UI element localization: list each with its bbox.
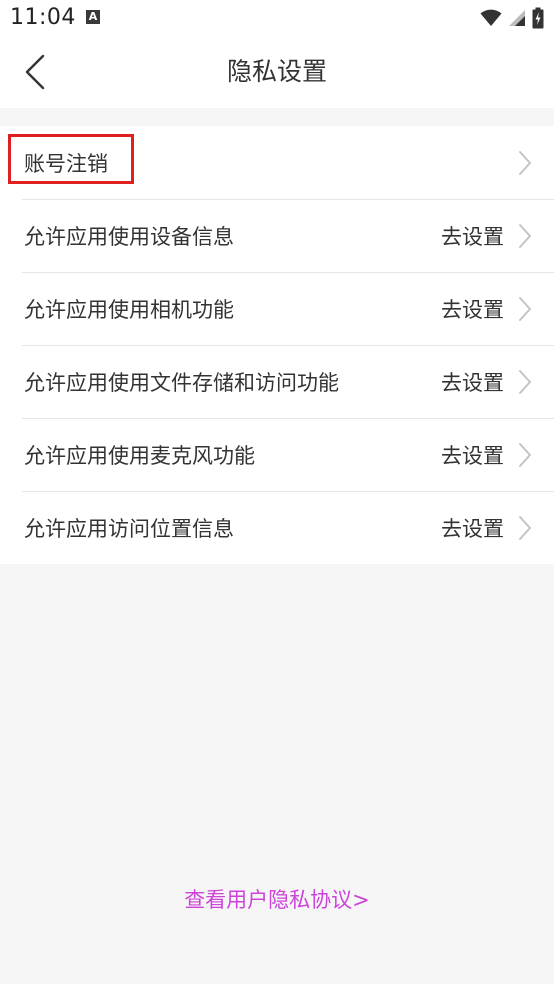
row-device-info-permission[interactable]: 允许应用使用设备信息 去设置	[0, 199, 554, 272]
row-location-permission[interactable]: 允许应用访问位置信息 去设置	[0, 491, 554, 564]
row-account-deletion[interactable]: 账号注销	[0, 126, 554, 199]
section-gap	[0, 108, 554, 126]
settings-list: 账号注销 允许应用使用设备信息 去设置 允许应用使用相机功能 去设置 允许应用使…	[0, 126, 554, 564]
row-label: 允许应用使用设备信息	[24, 224, 234, 249]
page-title: 隐私设置	[226, 57, 327, 86]
wifi-icon	[480, 9, 502, 26]
row-file-storage-permission[interactable]: 允许应用使用文件存储和访问功能 去设置	[0, 345, 554, 418]
row-microphone-permission[interactable]: 允许应用使用麦克风功能 去设置	[0, 418, 554, 491]
row-camera-permission[interactable]: 允许应用使用相机功能 去设置	[0, 272, 554, 345]
go-settings-label: 去设置	[441, 370, 504, 395]
cellular-signal-icon	[509, 10, 525, 26]
row-label: 允许应用使用相机功能	[24, 297, 234, 322]
chevron-right-icon	[518, 223, 532, 249]
chevron-right-icon	[518, 296, 532, 322]
chevron-right-icon	[518, 150, 532, 176]
status-indicators	[480, 6, 544, 30]
status-time: 11:04	[10, 5, 76, 30]
row-label: 允许应用使用文件存储和访问功能	[24, 370, 339, 395]
header: 隐私设置	[0, 36, 554, 108]
row-label: 允许应用访问位置信息	[24, 516, 234, 541]
battery-charging-icon	[532, 7, 544, 29]
notification-a-icon: A	[86, 10, 100, 24]
chevron-right-icon	[518, 442, 532, 468]
go-settings-label: 去设置	[441, 443, 504, 468]
go-settings-label: 去设置	[441, 224, 504, 249]
go-settings-label: 去设置	[441, 516, 504, 541]
chevron-right-icon	[518, 369, 532, 395]
chevron-right-icon	[518, 515, 532, 541]
go-settings-label: 去设置	[441, 297, 504, 322]
status-bar: 11:04 A	[0, 0, 554, 36]
row-label: 允许应用使用麦克风功能	[24, 443, 255, 468]
privacy-agreement-link[interactable]: 查看用户隐私协议>	[0, 884, 554, 914]
row-label: 账号注销	[24, 151, 108, 176]
